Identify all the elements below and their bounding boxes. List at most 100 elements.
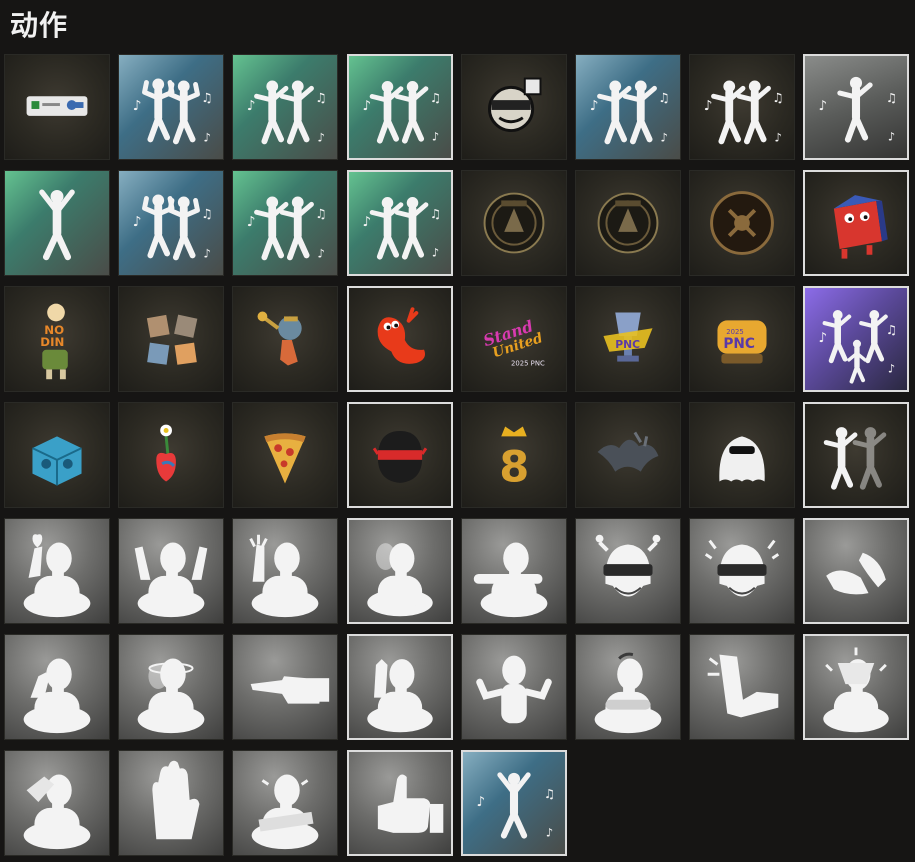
emote-tile[interactable] bbox=[689, 402, 795, 508]
svg-text:♪: ♪ bbox=[704, 98, 713, 114]
pcs-badge-icon bbox=[597, 192, 659, 254]
emote-tile[interactable]: ♪ ♫ ♪ bbox=[347, 170, 453, 276]
emote-tile[interactable] bbox=[461, 170, 567, 276]
emote-tile[interactable]: ♪ ♫ ♪ bbox=[118, 170, 224, 276]
clap-hands-icon bbox=[826, 552, 886, 595]
emote-tile[interactable] bbox=[232, 286, 338, 392]
svg-text:♪: ♪ bbox=[247, 214, 256, 230]
flower-heart-icon bbox=[156, 424, 176, 482]
emote-tile[interactable] bbox=[347, 750, 453, 856]
masked-helmet-icon bbox=[372, 430, 428, 483]
svg-text:♪: ♪ bbox=[133, 214, 142, 230]
dizzy-icon bbox=[137, 658, 205, 734]
emote-tile[interactable]: ♪ ♫ ♪ bbox=[461, 750, 567, 856]
solo-dance-icon: ♪ ♫ ♪ bbox=[818, 76, 897, 144]
emote-tile[interactable] bbox=[232, 518, 338, 624]
svg-text:♪: ♪ bbox=[888, 130, 895, 144]
emote-tile[interactable]: ♪ ♫ ♪ bbox=[347, 54, 453, 160]
emote-tile[interactable] bbox=[803, 634, 909, 740]
emote-tile[interactable] bbox=[575, 518, 681, 624]
svg-text:♫: ♫ bbox=[430, 90, 441, 105]
svg-text:DIN: DIN bbox=[40, 335, 64, 349]
ghost-icon bbox=[719, 436, 765, 482]
emote-tile[interactable]: NO DIN bbox=[4, 286, 110, 392]
emote-tile[interactable] bbox=[4, 402, 110, 508]
emote-tile[interactable] bbox=[4, 634, 110, 740]
page-title: 动作 bbox=[10, 9, 69, 42]
emote-tile[interactable]: 2025 PNC bbox=[689, 286, 795, 392]
emote-tile[interactable] bbox=[803, 518, 909, 624]
emote-tile[interactable]: ♪ ♫ ♪ bbox=[118, 54, 224, 160]
svg-text:♫: ♫ bbox=[886, 322, 897, 337]
emote-tile[interactable]: ♪ ♫ ♪ bbox=[803, 54, 909, 160]
svg-text:♪: ♪ bbox=[818, 330, 827, 346]
group-dance-icon: ♪ ♫ ♪ bbox=[818, 310, 897, 384]
svg-text:♪: ♪ bbox=[362, 214, 371, 230]
cross-arms-icon bbox=[251, 774, 319, 850]
emote-tile[interactable] bbox=[118, 518, 224, 624]
emote-tile[interactable] bbox=[118, 286, 224, 392]
arms-crossed-icon bbox=[594, 652, 662, 734]
shrug-icon bbox=[476, 655, 552, 724]
emote-tile[interactable] bbox=[575, 170, 681, 276]
emote-tile[interactable]: PNC bbox=[575, 286, 681, 392]
emote-tile[interactable]: ♪ ♫ ♪ bbox=[232, 54, 338, 160]
svg-text:♫: ♫ bbox=[544, 786, 555, 801]
emote-tile[interactable] bbox=[232, 750, 338, 856]
emote-tile[interactable]: 8 bbox=[461, 402, 567, 508]
emote-tile[interactable] bbox=[232, 402, 338, 508]
emote-tile[interactable] bbox=[347, 286, 453, 392]
svg-text:♫: ♫ bbox=[315, 207, 326, 222]
emote-tile[interactable] bbox=[347, 634, 453, 740]
emote-grid: ♪ ♫ ♪ ♪ ♫ ♪ ♪ ♫ ♪ ♪ ♫ ♪ ♪ ♫ ♪ ♪ ♫ ♪ ♪ ♫ … bbox=[4, 54, 912, 862]
emote-tile[interactable] bbox=[689, 518, 795, 624]
emote-tile[interactable] bbox=[803, 170, 909, 276]
crate-mascot-icon bbox=[833, 195, 888, 259]
emote-tile[interactable] bbox=[347, 518, 453, 624]
duo-dance-icon: ♪ ♫ ♪ bbox=[247, 196, 327, 260]
emote-tile[interactable] bbox=[689, 634, 795, 740]
emote-tile[interactable] bbox=[4, 518, 110, 624]
emote-tile[interactable]: ♪ ♫ ♪ bbox=[575, 54, 681, 160]
svg-text:♪: ♪ bbox=[203, 130, 211, 144]
stop-hand-icon bbox=[152, 760, 200, 840]
emote-tile[interactable] bbox=[575, 402, 681, 508]
svg-text:♪: ♪ bbox=[476, 794, 485, 810]
emote-tile[interactable] bbox=[118, 750, 224, 856]
emote-tile[interactable] bbox=[803, 402, 909, 508]
duo-flex-dance-icon: ♪ ♫ ♪ bbox=[133, 78, 213, 144]
emote-tile[interactable] bbox=[4, 750, 110, 856]
svg-text:♪: ♪ bbox=[247, 98, 256, 114]
think-icon bbox=[23, 658, 91, 734]
svg-text:♫: ♫ bbox=[430, 206, 441, 221]
svg-text:2025 PNC: 2025 PNC bbox=[511, 359, 545, 367]
duo-dance-icon: ♪ ♫ ♪ bbox=[590, 80, 670, 144]
splash-icon bbox=[597, 431, 659, 472]
duo-flex-dance-icon: ♪ ♫ ♪ bbox=[133, 194, 213, 260]
svg-text:8: 8 bbox=[499, 442, 529, 492]
shadow-boxing-icon bbox=[823, 427, 887, 490]
emote-tile[interactable] bbox=[4, 170, 110, 276]
emote-tile[interactable] bbox=[461, 54, 567, 160]
emote-tile[interactable] bbox=[118, 634, 224, 740]
emote-tile[interactable] bbox=[461, 518, 567, 624]
emote-tile[interactable]: ♪ ♫ ♪ bbox=[232, 170, 338, 276]
svg-text:♫: ♫ bbox=[315, 91, 326, 106]
emote-tile[interactable]: Stand United 2025 PNC bbox=[461, 286, 567, 392]
svg-text:♪: ♪ bbox=[774, 130, 782, 144]
emote-tile[interactable] bbox=[118, 402, 224, 508]
emote-tile[interactable]: ♪ ♫ ♪ bbox=[689, 54, 795, 160]
emote-tile[interactable]: ♪ ♫ ♪ bbox=[803, 286, 909, 392]
svg-text:♫: ♫ bbox=[886, 90, 897, 105]
emote-tile[interactable] bbox=[347, 402, 453, 508]
cat-grid-icon bbox=[146, 314, 198, 365]
running-character-icon bbox=[257, 311, 302, 366]
wave-icon bbox=[249, 534, 319, 618]
emote-tile[interactable] bbox=[461, 634, 567, 740]
emote-tile[interactable] bbox=[575, 634, 681, 740]
cover-face-icon bbox=[23, 774, 91, 850]
victory-dance-icon: ♪ ♫ ♪ bbox=[476, 772, 555, 840]
emote-tile[interactable] bbox=[4, 54, 110, 160]
emote-tile[interactable] bbox=[689, 170, 795, 276]
emote-tile[interactable] bbox=[232, 634, 338, 740]
